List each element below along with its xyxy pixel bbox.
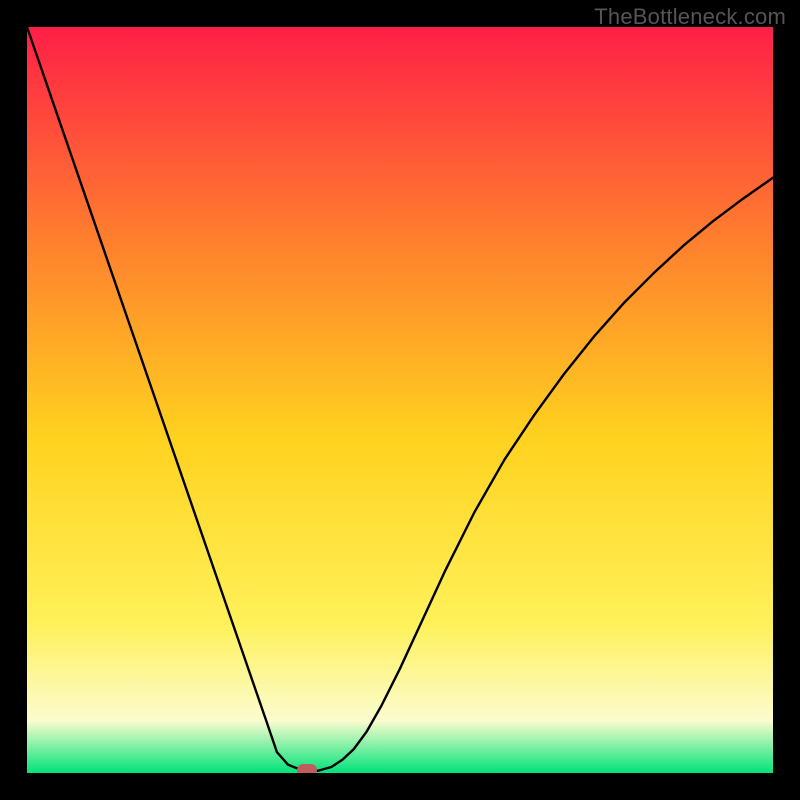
plot-svg: [27, 27, 773, 773]
gradient-background: [27, 27, 773, 773]
chart-frame: TheBottleneck.com: [0, 0, 800, 800]
minimum-marker: [297, 764, 317, 773]
plot-area: [27, 27, 773, 773]
